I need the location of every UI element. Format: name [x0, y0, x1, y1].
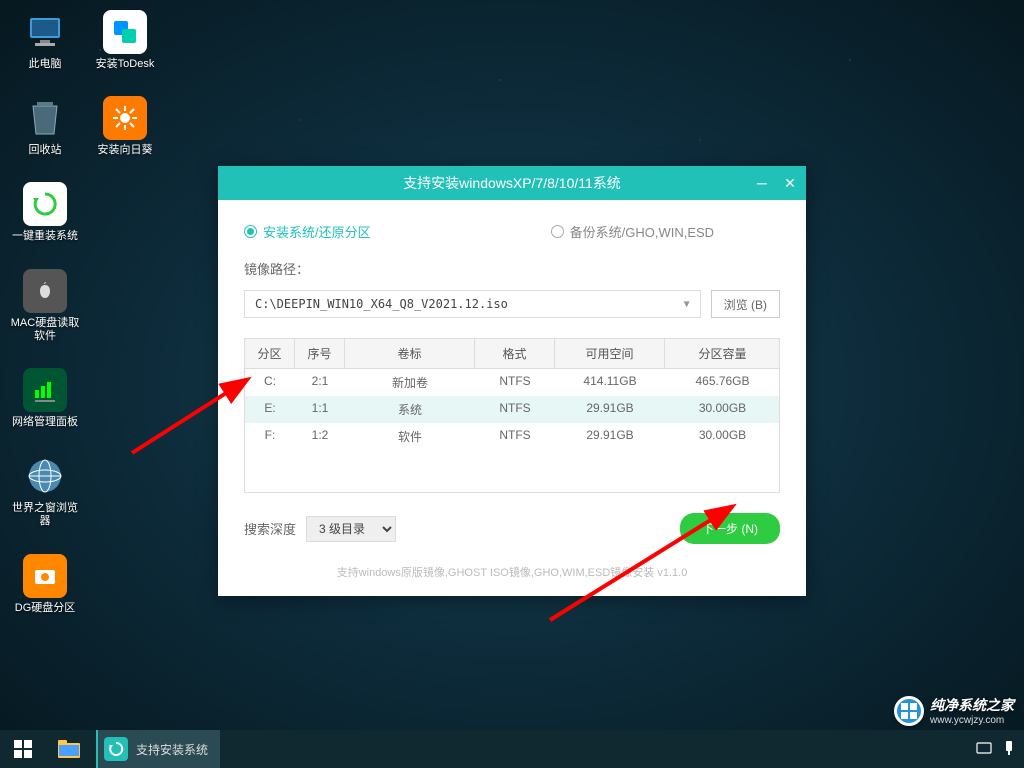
col-partition: 分区: [245, 339, 295, 368]
mode-radio-group: 安装系统/还原分区 备份系统/GHO,WIN,ESD: [244, 222, 780, 241]
watermark-logo-icon: [894, 696, 924, 726]
radio-backup[interactable]: 备份系统/GHO,WIN,ESD: [551, 222, 714, 241]
radio-dot-icon: [551, 225, 564, 238]
icon-label: 回收站: [29, 144, 62, 157]
installer-dialog: 支持安装windowsXP/7/8/10/11系统 ─ ✕ 安装系统/还原分区 …: [218, 166, 806, 596]
radio-label: 备份系统/GHO,WIN,ESD: [570, 222, 714, 241]
radio-dot-icon: [244, 225, 257, 238]
desktop-icon-this-pc[interactable]: 此电脑: [10, 10, 80, 71]
desktop-icon-todesk[interactable]: 安装ToDesk: [90, 10, 160, 71]
window-title: 支持安装windowsXP/7/8/10/11系统: [403, 173, 621, 193]
icon-label: 安装ToDesk: [96, 58, 155, 71]
col-label: 卷标: [345, 339, 475, 368]
browse-button[interactable]: 浏览 (B): [711, 290, 780, 318]
desktop-icon-recycle-bin[interactable]: 回收站: [10, 96, 80, 157]
radio-label: 安装系统/还原分区: [263, 222, 371, 241]
table-row[interactable]: E: 1:1 系统 NTFS 29.91GB 30.00GB: [245, 396, 779, 423]
table-row[interactable]: F: 1:2 软件 NTFS 29.91GB 30.00GB: [245, 423, 779, 450]
minimize-button[interactable]: ─: [754, 175, 770, 191]
search-depth-label: 搜索深度: [244, 519, 296, 538]
taskbar-active-window[interactable]: 支持安装系统: [96, 730, 220, 768]
desktop-icons-area: 此电脑 安装ToDesk 回收站 安装向日葵 一键重装系统 MAC硬盘读取软件: [10, 10, 160, 615]
desktop-icon-reinstall[interactable]: 一键重装系统: [10, 182, 80, 243]
icon-label: 安装向日葵: [98, 144, 153, 157]
monitor-icon: [23, 10, 67, 54]
watermark: 纯净系统之家 www.ycwjzy.com: [894, 695, 1014, 726]
col-free: 可用空间: [555, 339, 665, 368]
table-row[interactable]: C: 2:1 新加卷 NTFS 414.11GB 465.76GB: [245, 369, 779, 396]
next-button[interactable]: 下一步 (N): [680, 513, 780, 544]
system-tray: [976, 740, 1024, 759]
app-icon: [104, 737, 128, 761]
path-value: C:\DEEPIN_WIN10_X64_Q8_V2021.12.iso: [255, 297, 508, 311]
col-num: 序号: [295, 339, 345, 368]
tray-volume-icon[interactable]: [1002, 740, 1016, 759]
apple-icon: [23, 269, 67, 313]
col-size: 分区容量: [665, 339, 780, 368]
table-header-row: 分区 序号 卷标 格式 可用空间 分区容量: [245, 339, 779, 369]
todesk-icon: [103, 10, 147, 54]
chevron-down-icon: ▼: [684, 299, 690, 310]
trash-icon: [23, 96, 67, 140]
image-path-label: 镜像路径：: [244, 259, 780, 278]
taskbar-explorer[interactable]: [46, 730, 92, 768]
footer-info: 支持windows原版镜像,GHOST ISO镜像,GHO,WIM,ESD镜像安…: [244, 564, 780, 580]
taskbar-item-label: 支持安装系统: [136, 741, 208, 758]
desktop-icon-dg-partition[interactable]: DG硬盘分区: [10, 554, 80, 615]
network-icon: [23, 368, 67, 412]
icon-label: MAC硬盘读取软件: [10, 317, 80, 343]
watermark-brand: 纯净系统之家: [930, 697, 1014, 713]
taskbar: 支持安装系统: [0, 730, 1024, 768]
reinstall-icon: [23, 182, 67, 226]
disk-icon: [23, 554, 67, 598]
icon-label: 网络管理面板: [12, 416, 78, 429]
tray-network-icon[interactable]: [976, 741, 992, 758]
desktop-icon-browser[interactable]: 世界之窗浏览器: [10, 454, 80, 528]
desktop-icon-mac-disk[interactable]: MAC硬盘读取软件: [10, 269, 80, 343]
radio-install-restore[interactable]: 安装系统/还原分区: [244, 222, 371, 241]
sunflower-icon: [103, 96, 147, 140]
close-button[interactable]: ✕: [782, 175, 798, 191]
search-depth-select[interactable]: 3 级目录: [306, 516, 396, 542]
icon-label: DG硬盘分区: [15, 602, 76, 615]
icon-label: 世界之窗浏览器: [10, 502, 80, 528]
desktop-icon-network-panel[interactable]: 网络管理面板: [10, 368, 80, 429]
partition-table: 分区 序号 卷标 格式 可用空间 分区容量 C: 2:1 新加卷 NTFS 41…: [244, 338, 780, 493]
icon-label: 一键重装系统: [12, 230, 78, 243]
desktop-icon-sunflower[interactable]: 安装向日葵: [90, 96, 160, 157]
globe-icon: [23, 454, 67, 498]
image-path-dropdown[interactable]: C:\DEEPIN_WIN10_X64_Q8_V2021.12.iso ▼: [244, 290, 701, 318]
icon-label: 此电脑: [29, 58, 62, 71]
watermark-url: www.ycwjzy.com: [930, 715, 1014, 726]
titlebar[interactable]: 支持安装windowsXP/7/8/10/11系统 ─ ✕: [218, 166, 806, 200]
start-button[interactable]: [0, 730, 46, 768]
col-format: 格式: [475, 339, 555, 368]
